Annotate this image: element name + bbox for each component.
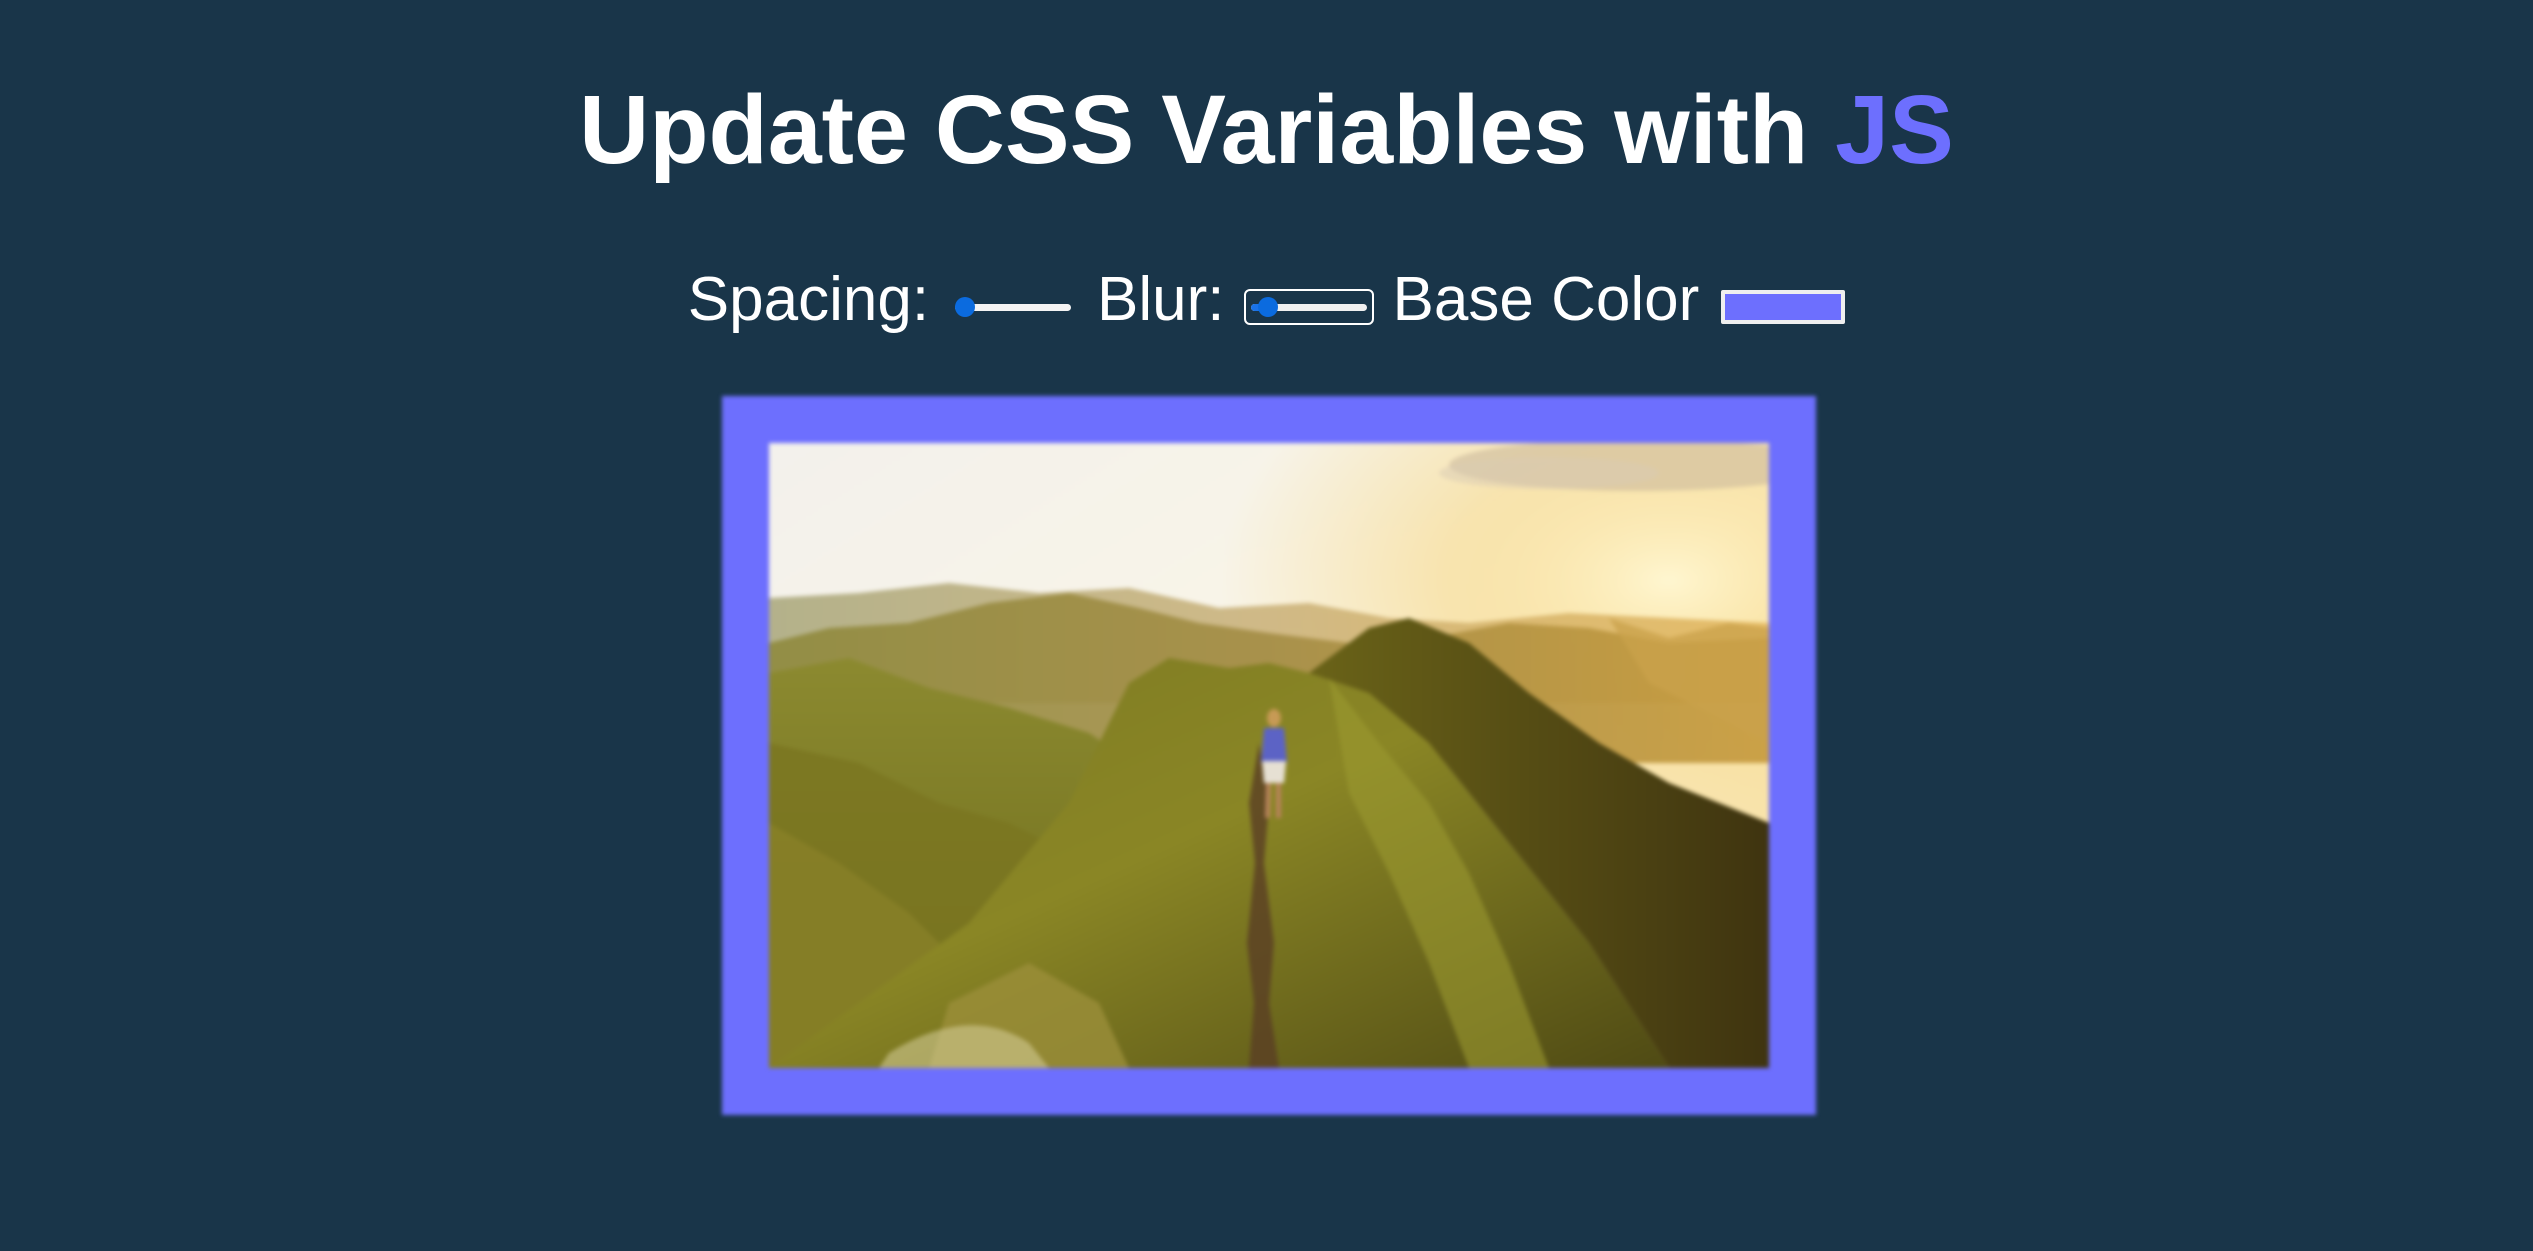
title-highlight: JS (1835, 75, 1954, 184)
mountain-photo (769, 443, 1769, 1068)
spacing-slider-thumb[interactable] (955, 297, 976, 317)
title-text: Update CSS Variables with (579, 75, 1836, 184)
blur-slider[interactable] (1243, 289, 1374, 325)
mountain-photo-svg (769, 443, 1769, 1068)
spacing-label: Spacing: (687, 265, 930, 334)
controls-bar: Spacing: Blur: Base Color (0, 258, 2533, 342)
page-title: Update CSS Variables with JS (0, 72, 2533, 187)
page: Update CSS Variables with JS Spacing: Bl… (0, 0, 2533, 1251)
base-color-label: Base Color (1392, 265, 1700, 334)
blur-label: Blur: (1097, 265, 1225, 334)
blur-slider-thumb[interactable] (1258, 297, 1279, 317)
base-color-picker[interactable] (1721, 290, 1846, 324)
spacing-slider[interactable] (951, 292, 1075, 322)
